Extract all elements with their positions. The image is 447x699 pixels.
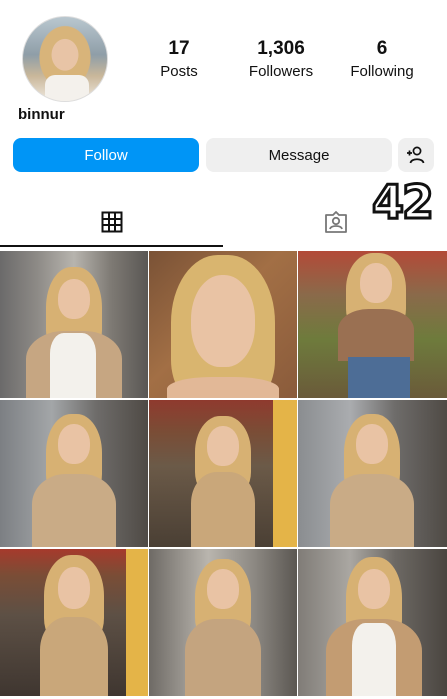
post-tile[interactable]: [298, 549, 447, 696]
post-tile[interactable]: [149, 400, 297, 547]
posts-label: Posts: [160, 63, 198, 80]
post-tile[interactable]: [149, 251, 297, 398]
add-user-icon: [407, 146, 425, 164]
followers-stat[interactable]: 1,306 Followers: [238, 38, 324, 82]
overlay-number: 42: [370, 174, 435, 231]
active-tab-indicator: [0, 245, 223, 247]
tab-posts-grid[interactable]: [0, 198, 223, 246]
followers-count: 1,306: [257, 38, 305, 59]
following-stat[interactable]: 6 Following: [343, 38, 421, 82]
profile-username: binnur: [18, 106, 65, 123]
posts-grid: [0, 251, 447, 696]
post-tile[interactable]: [0, 549, 148, 696]
post-tile[interactable]: [149, 549, 297, 696]
profile-avatar[interactable]: [22, 16, 108, 102]
posts-count: 17: [168, 38, 190, 59]
followers-label: Followers: [248, 63, 314, 80]
tagged-icon: [324, 211, 347, 233]
post-tile[interactable]: [298, 251, 447, 398]
post-tile[interactable]: [0, 251, 148, 398]
message-button[interactable]: Message: [206, 138, 392, 172]
suggest-users-button[interactable]: [398, 138, 434, 172]
post-tile[interactable]: [298, 400, 447, 547]
grid-icon: [101, 211, 122, 233]
following-count: 6: [376, 38, 388, 59]
posts-stat[interactable]: 17 Posts: [152, 38, 206, 82]
post-tile[interactable]: [0, 400, 148, 547]
following-label: Following: [350, 63, 414, 80]
follow-button[interactable]: Follow: [13, 138, 199, 172]
